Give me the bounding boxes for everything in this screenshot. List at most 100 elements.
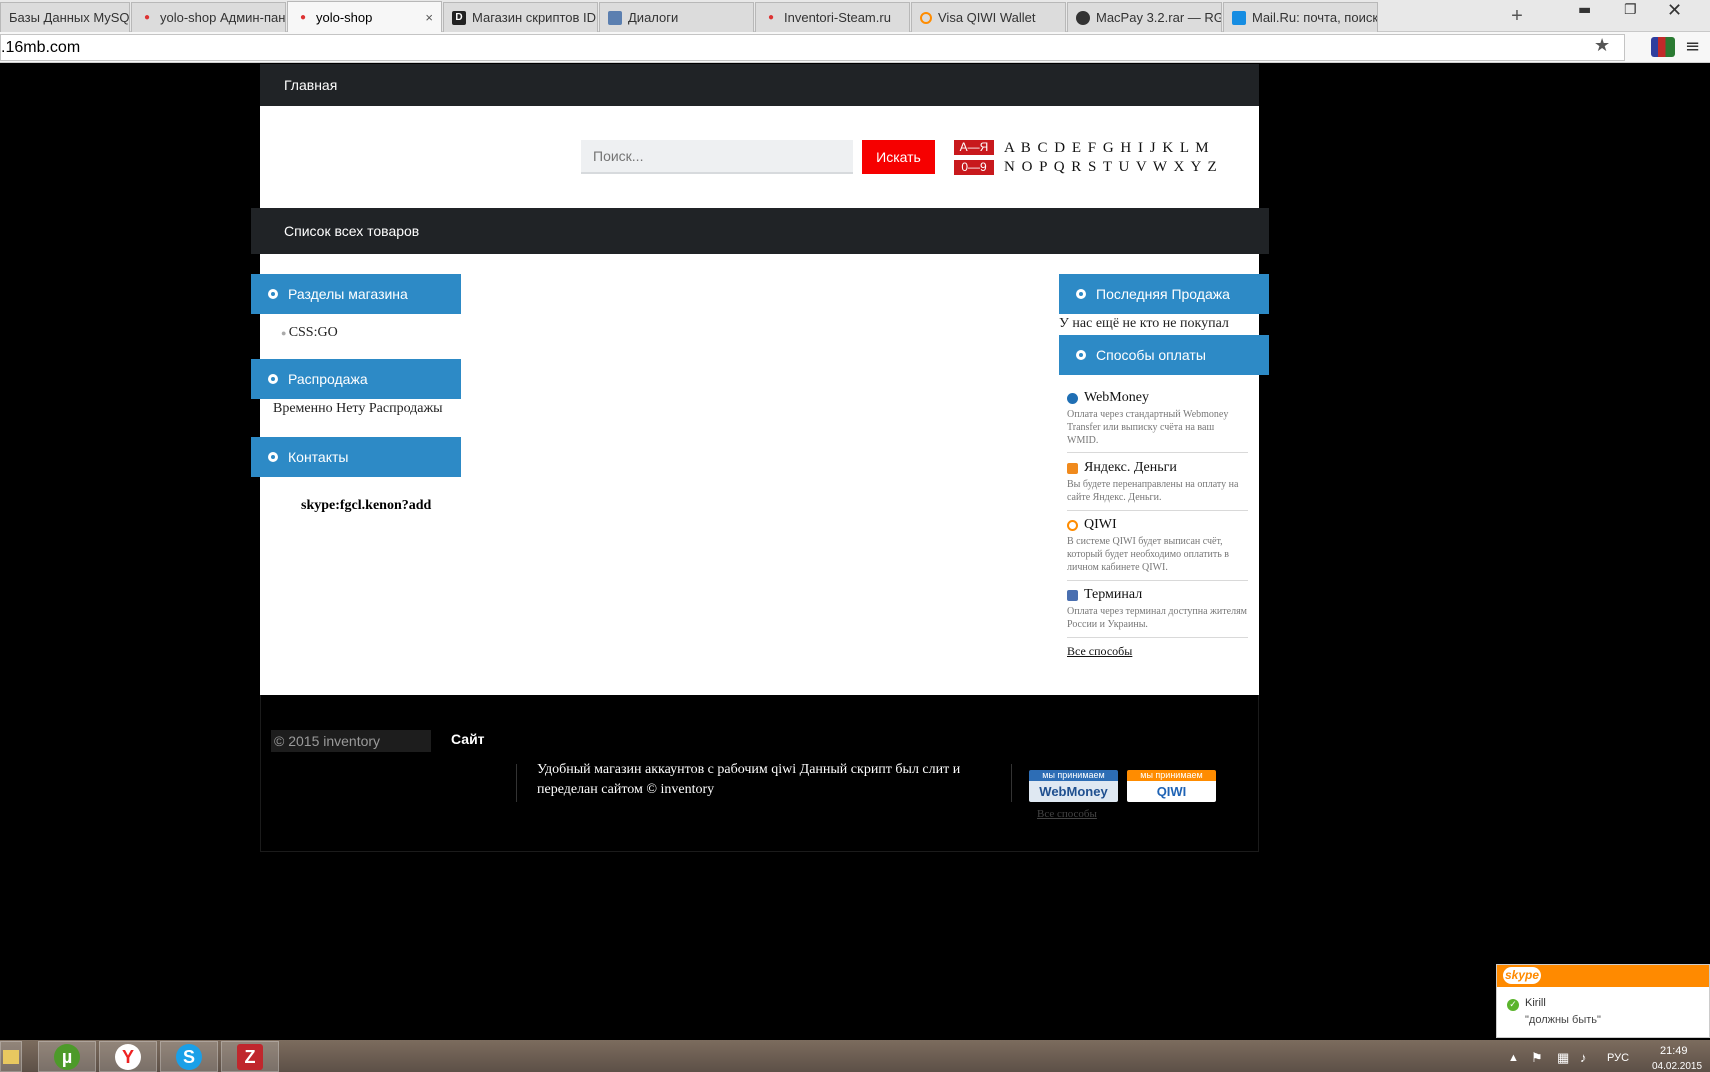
all-payment-methods-link[interactable]: Все способы [1067,644,1132,659]
qiwi-accept-badge[interactable]: мы принимаем QIWI [1127,770,1216,802]
tab-label: yolo-shop [316,9,373,25]
tab-yolo-shop-admin[interactable]: ● yolo-shop Админ-пан [131,2,286,32]
url-input[interactable]: .16mb.com [0,34,1625,61]
payment-methods-header: Способы оплаты [1059,335,1269,375]
github-icon [1076,10,1090,25]
tab-mysql[interactable]: Базы Данных MySQL [0,2,130,32]
taskbar-skype-button[interactable]: S [160,1041,218,1072]
section-item-csgo[interactable]: ● CSS:GO [281,325,338,341]
bullet-icon [268,374,278,384]
payment-name: QIWI [1084,517,1117,532]
footer-site-link[interactable]: Сайт [451,731,485,747]
tab-label: yolo-shop Админ-пан [160,10,286,25]
contacts-header: Контакты [251,437,461,477]
search-button[interactable]: Искать [862,140,935,174]
tab-label: Inventori-Steam.ru [784,10,891,25]
skype-icon: S [176,1043,202,1070]
top-nav: Главная [260,64,1259,106]
shop-sections-title: Разделы магазина [288,286,408,302]
payment-name: WebMoney [1084,390,1149,405]
payment-methods-title: Способы оплаты [1096,347,1206,363]
tray-arrow-icon[interactable]: ▲ [1508,1052,1519,1064]
tray-date[interactable]: 04.02.2015 [1652,1061,1702,1072]
taskbar-folder-button[interactable] [0,1041,22,1072]
extension-flag-icon[interactable] [1651,37,1675,57]
payment-item-webmoney[interactable]: WebMoney Оплата через стандартный Webmon… [1067,390,1248,453]
product-list-title: Список всех товаров [284,223,420,239]
footer-description: Удобный магазин аккаунтов с рабочим qiwi… [537,762,961,797]
restore-icon[interactable]: ❐ [1624,2,1637,18]
close-icon[interactable]: × [425,10,433,25]
skype-message: "должны быть" [1525,1014,1601,1026]
badge-caption: мы принимаем [1127,770,1216,781]
footer-all-methods-link[interactable]: Все способы [1037,808,1097,820]
d-logo-icon: D [452,10,466,25]
apple-icon: ● [767,12,775,23]
alphabet-row-1[interactable]: A B C D E F G H I J K L M [1004,140,1210,157]
payment-item-qiwi[interactable]: QIWI В системе QIWI будет выписан счёт, … [1067,517,1248,581]
tray-network-icon[interactable]: ▦ [1557,1050,1569,1066]
tab-qiwi-wallet[interactable]: Visa QIWI Wallet [911,2,1066,32]
payment-desc: Оплата через стандартный Webmoney Transf… [1067,409,1229,446]
qiwi-icon [920,11,932,24]
window-close-icon[interactable]: ✕ [1667,0,1682,21]
section-item-label: CSS:GO [288,325,338,340]
payment-item-terminal[interactable]: Терминал Оплата через терминал доступна … [1067,587,1248,638]
payment-desc: Оплата через терминал доступна жителям Р… [1067,606,1247,630]
skype-logo-icon: skype [1503,967,1541,984]
footer-divider [516,764,517,802]
payment-desc: В системе QIWI будет выписан счёт, котор… [1067,536,1229,573]
tab-label: Mail.Ru: почта, поиск [1252,10,1378,25]
browser-menu-icon[interactable]: ≡ [1685,36,1700,57]
payment-item-yandex-money[interactable]: Яндекс. Деньги Вы будете перенаправлены … [1067,460,1248,511]
tab-yolo-shop[interactable]: ● yolo-shop × [287,1,442,32]
terminal-icon [1067,589,1078,601]
screen: Базы Данных MySQL ● yolo-shop Админ-пан … [0,0,1710,1072]
bullet-icon [268,452,278,462]
footer-copyright: © 2015 inventory [271,730,431,752]
alpha-cyrillic-badge[interactable]: А—Я [954,140,994,155]
payment-name: Яндекс. Деньги [1084,460,1177,475]
badge-brand: WebMoney [1029,781,1118,802]
skype-contact-link[interactable]: skype:fgcl.kenon?add [301,498,431,514]
webmoney-accept-badge[interactable]: мы принимаем WebMoney [1029,770,1118,802]
tray-language[interactable]: РУС [1607,1052,1629,1064]
product-list-bar: Список всех товаров [251,208,1269,254]
nav-home-link[interactable]: Главная [284,77,337,93]
tab-label: Visa QIWI Wallet [938,10,1036,25]
apple-icon: ● [299,11,307,23]
yandex-browser-icon: Y [115,1043,141,1070]
shop-sections-header: Разделы магазина [251,274,461,314]
sale-title: Распродажа [288,371,368,387]
tray-volume-icon[interactable]: ♪ [1580,1050,1587,1065]
yandex-money-icon [1067,462,1078,474]
address-bar: .16mb.com [0,32,1710,63]
badge-caption: мы принимаем [1029,770,1118,781]
bullet-icon [1076,289,1086,299]
taskbar-utorrent-button[interactable]: µ [38,1041,96,1072]
tab-inventori-steam[interactable]: ● Inventori-Steam.ru [755,2,910,32]
alphabet-row-2[interactable]: N O P Q R S T U V W X Y Z [1004,159,1218,176]
utorrent-icon: µ [54,1043,80,1070]
taskbar-yandex-button[interactable]: Y [99,1041,157,1072]
tray-flag-icon[interactable]: ⚑ [1531,1050,1543,1066]
new-tab-button[interactable]: + [1505,4,1529,28]
minimize-icon[interactable]: ▬ [1578,2,1591,18]
payment-desc: Вы будете перенаправлены на оплату на са… [1067,479,1239,503]
tray-time[interactable]: 21:49 [1660,1045,1688,1057]
search-input[interactable] [581,140,853,174]
tab-script-store[interactable]: D Магазин скриптов IDI [443,2,598,32]
browser-tab-bar: Базы Данных MySQL ● yolo-shop Админ-пан … [0,0,1710,32]
last-sale-header: Последняя Продажа [1059,274,1269,314]
tab-macpay[interactable]: MacPay 3.2.rar — RGh [1067,2,1222,32]
tab-mail-ru[interactable]: Mail.Ru: почта, поиск [1223,2,1378,32]
bookmark-star-icon[interactable]: ★ [1594,35,1610,56]
filezilla-icon: Z [237,1043,263,1070]
taskbar-filezilla-button[interactable]: Z [221,1041,279,1072]
contacts-title: Контакты [288,449,349,465]
tab-label: MacPay 3.2.rar — RGh [1096,10,1222,25]
skype-notification[interactable]: skype ✓ Kirill "должны быть" [1496,964,1710,1038]
tab-dialogs[interactable]: Диалоги [599,2,754,32]
alpha-numeric-badge[interactable]: 0—9 [954,160,994,175]
tab-label: Магазин скриптов IDI [472,10,598,25]
